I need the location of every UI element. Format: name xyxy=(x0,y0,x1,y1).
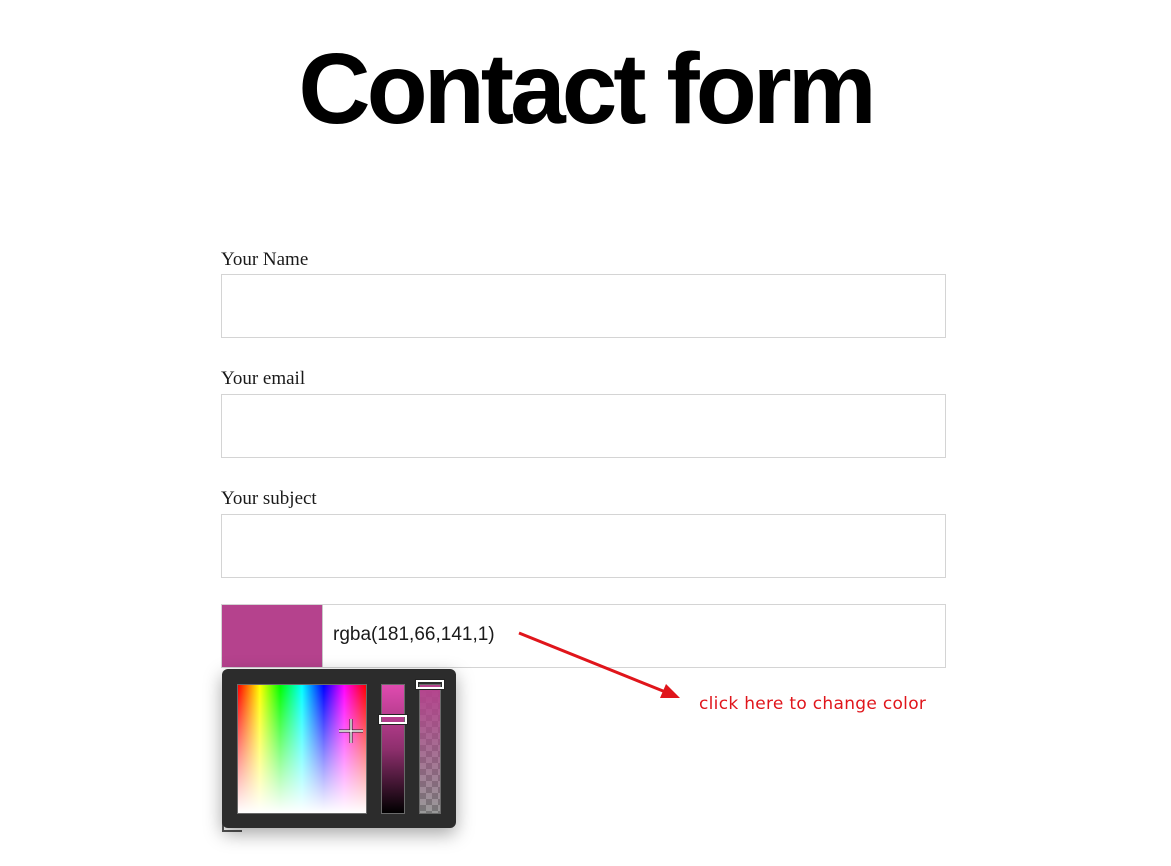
page-title: Contact form xyxy=(298,33,876,145)
alpha-slider-handle[interactable] xyxy=(415,679,445,690)
email-label: Your email xyxy=(221,368,306,389)
name-label: Your Name xyxy=(221,249,309,270)
value-slider[interactable] xyxy=(378,684,408,814)
value-slider-handle[interactable] xyxy=(378,714,408,725)
annotation-arrow-icon xyxy=(518,631,680,698)
color-picker-popup xyxy=(222,669,456,828)
email-input[interactable] xyxy=(221,394,946,458)
hue-saturation-area[interactable] xyxy=(237,684,367,814)
color-swatch[interactable] xyxy=(222,605,323,667)
color-value-text[interactable]: rgba(181,66,141,1) xyxy=(333,624,495,646)
crosshair-icon[interactable] xyxy=(339,719,363,743)
annotation-text: click here to change color xyxy=(699,694,927,714)
subject-label: Your subject xyxy=(221,488,317,509)
subject-input[interactable] xyxy=(221,514,946,578)
name-input[interactable] xyxy=(221,274,946,338)
alpha-slider[interactable] xyxy=(415,679,445,814)
